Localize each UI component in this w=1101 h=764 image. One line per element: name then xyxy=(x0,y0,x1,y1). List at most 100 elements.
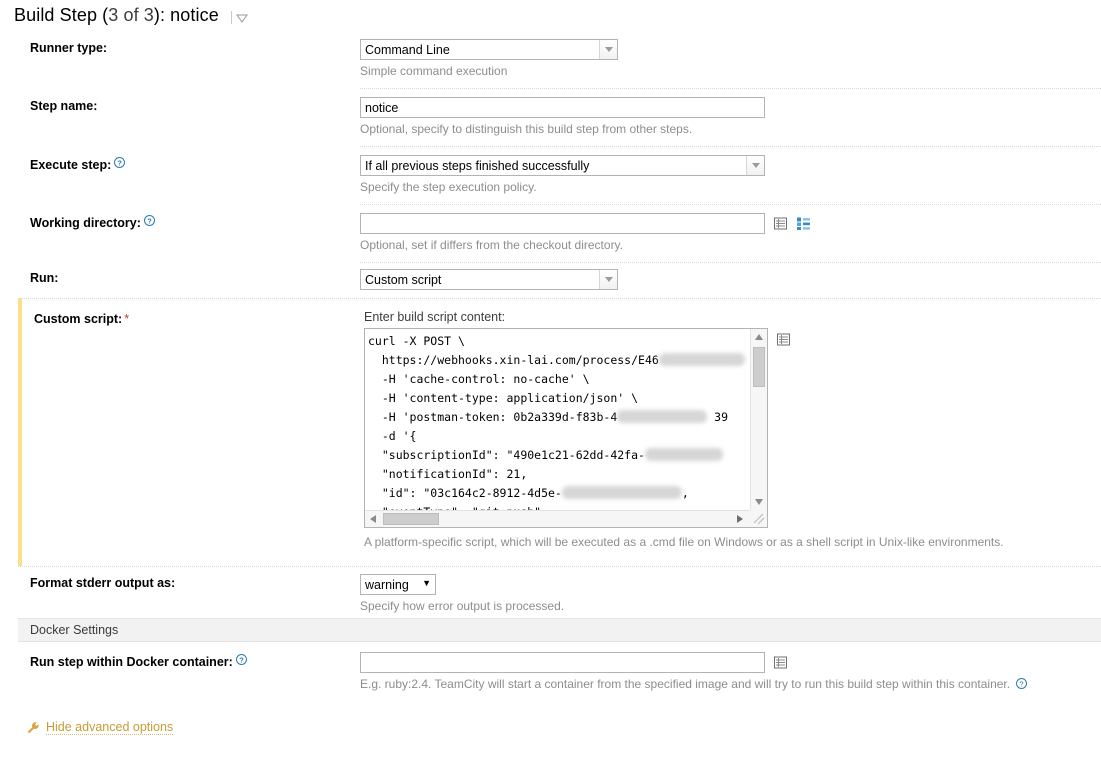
svg-text:?: ? xyxy=(117,158,122,167)
hide-advanced-options-label: Hide advanced options xyxy=(46,720,173,735)
custom-script-editor-row: curl -X POST \ https://webhooks.xin-lai.… xyxy=(364,328,1101,528)
row-separator xyxy=(18,566,1101,568)
format-stderr-field-cell: warning ▼ Specify how error output is pr… xyxy=(360,566,1101,624)
svg-text:?: ? xyxy=(1020,679,1024,688)
runner-type-select[interactable]: Command Line xyxy=(360,39,618,60)
browse-tree-icon[interactable] xyxy=(796,216,811,231)
format-stderr-select-wrap[interactable]: warning ▼ xyxy=(360,574,436,595)
row-run: Run: Custom script xyxy=(0,262,1101,298)
help-circle-icon[interactable]: ? xyxy=(144,215,155,226)
textarea-vertical-scrollbar[interactable] xyxy=(750,329,767,510)
help-circle-icon[interactable]: ? xyxy=(114,157,125,168)
script-line: -d '{ xyxy=(368,427,748,446)
working-directory-input-row xyxy=(360,213,1101,234)
vertical-scroll-thumb[interactable] xyxy=(753,347,765,387)
custom-script-hint: A platform-specific script, which will b… xyxy=(364,535,1101,550)
run-select[interactable]: Custom script xyxy=(360,269,618,290)
row-execute-step: Execute step: ? If all previous steps fi… xyxy=(0,146,1101,204)
docker-settings-title: Docker Settings xyxy=(30,623,118,637)
docker-container-hint-text: E.g. ruby:2.4. TeamCity will start a con… xyxy=(360,677,1010,691)
step-name-field-cell: Optional, specify to distinguish this bu… xyxy=(360,88,1101,147)
run-field-cell: Custom script xyxy=(360,262,1101,300)
build-step-form: Runner type: Command Line Simple command… xyxy=(0,30,1101,700)
custom-script-content[interactable]: curl -X POST \ https://webhooks.xin-lai.… xyxy=(365,329,750,510)
script-line: -H 'postman-token: 0b2a339d-f83b-4 39 xyxy=(368,408,748,427)
execute-step-hint: Specify the step execution policy. xyxy=(360,180,1101,195)
row-runner-type: Runner type: Command Line Simple command… xyxy=(0,30,1101,88)
help-circle-icon[interactable]: ? xyxy=(1016,678,1027,689)
row-separator xyxy=(360,88,1101,90)
format-stderr-label-cell: Format stderr output as: xyxy=(0,566,360,590)
custom-script-textarea[interactable]: curl -X POST \ https://webhooks.xin-lai.… xyxy=(364,328,768,528)
step-name-hint: Optional, specify to distinguish this bu… xyxy=(360,122,1101,137)
scroll-up-arrow[interactable] xyxy=(751,329,767,345)
step-name-label: Step name: xyxy=(30,99,97,113)
script-line: "eventType": "git.push", xyxy=(368,503,748,510)
row-step-name: Step name: Optional, specify to distingu… xyxy=(0,88,1101,146)
help-circle-icon[interactable]: ? xyxy=(236,654,247,665)
working-directory-label: Working directory: xyxy=(30,216,141,230)
execute-step-dropdown-arrow[interactable] xyxy=(746,156,764,175)
custom-script-label-cell: Custom script:* xyxy=(22,298,364,326)
scroll-down-arrow[interactable] xyxy=(751,494,767,510)
script-line: "id": "03c164c2-8912-4d5e-, xyxy=(368,484,748,503)
script-line: -H 'content-type: application/json' \ xyxy=(368,389,748,408)
custom-script-label: Custom script: xyxy=(34,312,122,326)
format-stderr-label: Format stderr output as: xyxy=(30,576,175,590)
textarea-horizontal-scrollbar[interactable] xyxy=(365,510,767,527)
wrench-icon xyxy=(26,721,40,735)
title-separator xyxy=(231,11,232,24)
page-title-bar: Build Step (3 of 3): notice xyxy=(0,0,1101,30)
runner-type-select-wrap[interactable]: Command Line xyxy=(360,39,618,60)
docker-container-input-row xyxy=(360,652,1101,673)
row-separator xyxy=(360,146,1101,148)
custom-script-field-cell: Enter build script content: curl -X POST… xyxy=(364,298,1101,560)
docker-container-label: Run step within Docker container: xyxy=(30,655,233,669)
working-directory-input[interactable] xyxy=(360,213,765,234)
working-directory-field-cell: Optional, set if differs from the checko… xyxy=(360,204,1101,263)
required-star: * xyxy=(124,312,129,326)
format-stderr-value: warning xyxy=(365,578,409,592)
variables-list-icon[interactable] xyxy=(773,655,788,670)
runner-type-hint: Simple command execution xyxy=(360,64,1101,79)
execute-step-field-cell: If all previous steps finished successfu… xyxy=(360,146,1101,205)
scroll-right-arrow[interactable] xyxy=(732,511,748,527)
working-directory-label-cell: Working directory: ? xyxy=(0,204,360,230)
runner-type-field-cell: Command Line Simple command execution xyxy=(360,30,1101,89)
step-name-input[interactable] xyxy=(360,97,765,118)
textarea-resize-grip[interactable] xyxy=(750,510,767,527)
run-select-wrap[interactable]: Custom script xyxy=(360,269,618,290)
custom-script-caption: Enter build script content: xyxy=(364,310,1101,324)
docker-container-input[interactable] xyxy=(360,652,765,673)
run-label: Run: xyxy=(30,271,58,285)
page-title-suffix: ): notice xyxy=(154,5,219,25)
execute-step-label: Execute step: xyxy=(30,158,111,172)
run-dropdown-arrow[interactable] xyxy=(599,270,617,289)
script-line: -H 'cache-control: no-cache' \ xyxy=(368,370,748,389)
scroll-left-arrow[interactable] xyxy=(365,511,381,527)
runner-type-label: Runner type: xyxy=(30,41,107,55)
runner-type-dropdown-arrow[interactable] xyxy=(599,40,617,59)
row-custom-script: Custom script:* Enter build script conte… xyxy=(18,298,1101,566)
horizontal-scroll-thumb[interactable] xyxy=(383,513,439,525)
script-line: "subscriptionId": "490e1c21-62dd-42fa- xyxy=(368,446,748,465)
script-line: curl -X POST \ xyxy=(368,332,748,351)
variables-list-icon[interactable] xyxy=(776,332,791,347)
format-stderr-dropdown-arrow[interactable]: ▼ xyxy=(422,578,431,588)
variables-list-icon[interactable] xyxy=(773,216,788,231)
hide-advanced-options-link[interactable]: Hide advanced options xyxy=(26,720,173,735)
execute-step-select[interactable]: If all previous steps finished successfu… xyxy=(360,155,765,176)
row-format-stderr: Format stderr output as: warning ▼ Speci… xyxy=(0,566,1101,618)
svg-text:?: ? xyxy=(239,655,244,664)
row-separator xyxy=(360,204,1101,206)
row-working-directory: Working directory: ? xyxy=(0,204,1101,262)
chevron-down-icon[interactable] xyxy=(236,14,248,23)
docker-container-field-cell: E.g. ruby:2.4. TeamCity will start a con… xyxy=(360,642,1101,702)
redacted-text xyxy=(562,486,682,499)
redacted-text xyxy=(617,410,707,423)
step-name-label-cell: Step name: xyxy=(0,88,360,113)
row-docker-container: Run step within Docker container: ? xyxy=(0,642,1101,700)
page-title: Build Step (3 of 3): notice xyxy=(14,5,219,26)
script-line: "notificationId": 21, xyxy=(368,465,748,484)
execute-step-select-wrap[interactable]: If all previous steps finished successfu… xyxy=(360,155,765,176)
